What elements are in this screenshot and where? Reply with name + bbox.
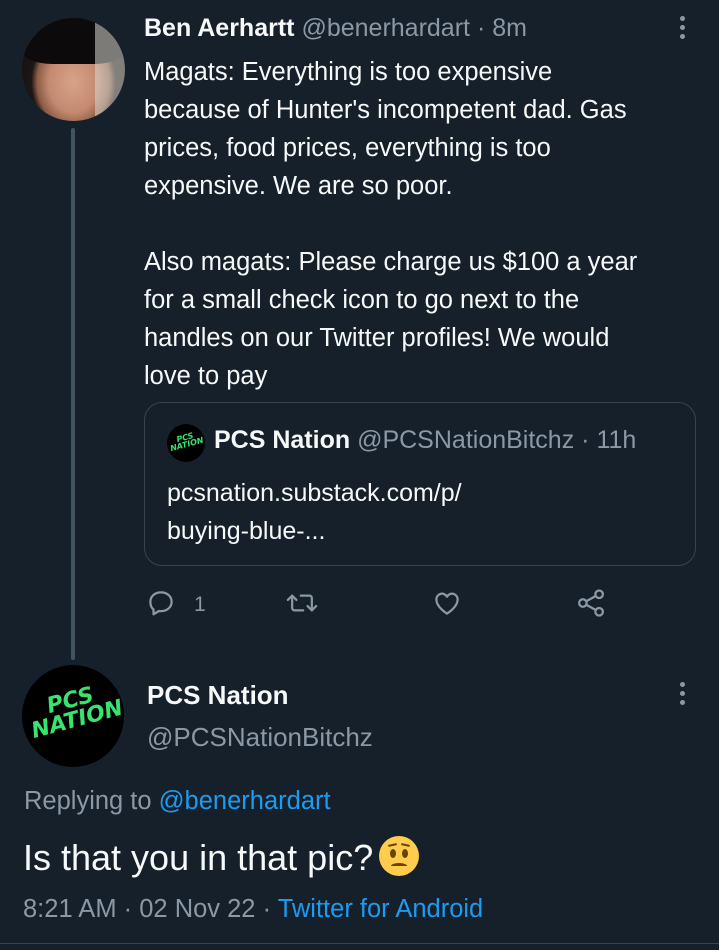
share-icon[interactable] [576,588,606,623]
quoted-tweet-author-handle: @PCSNationBitchz [357,426,575,454]
tweet2-text: Is that you in that pic? [23,836,420,879]
tweet1-author-handle[interactable]: @benerhardart [301,14,470,42]
heart-icon[interactable] [432,588,462,623]
quoted-tweet-avatar: PCS NATION [167,424,205,462]
bottom-divider [0,943,719,944]
tweet1-separator: · [476,14,486,42]
tweet2-more-options-icon[interactable] [675,682,689,709]
avatar-logo-text: PCS NATION [24,680,124,744]
quoted-tweet-link: pcsnation.substack.com/p/ buying-blue-..… [167,474,567,550]
quoted-tweet-separator: · [581,426,590,454]
tweet2-author-name[interactable]: PCS Nation [147,680,289,711]
tweet1-more-options-icon[interactable] [675,16,689,43]
thread-connector-line [71,128,75,660]
quoted-tweet-link-line2: buying-blue-... [167,517,326,545]
retweet-icon[interactable] [286,588,318,623]
tweet1-timestamp[interactable]: 8m [492,14,527,42]
quoted-tweet-header: PCS Nation @PCSNationBitchz · 11h [214,426,636,455]
tweet2-source-link[interactable]: Twitter for Android [278,895,484,923]
reply-count: 1 [194,593,206,616]
tweet2-separator-2: · [262,895,272,923]
replying-to-label: Replying to [24,787,152,815]
tweet2-date: 02 Nov 22 [139,895,256,923]
tweet2-time: 8:21 AM [23,895,117,923]
reply-icon[interactable] [146,588,176,623]
avatar-pcs-nation[interactable]: PCS NATION [22,665,124,767]
tweet1-text: Magats: Everything is too expensive beca… [144,58,638,390]
worried-face-icon [379,836,420,876]
tweet2-meta-line: 8:21 AM · 02 Nov 22 · Twitter for Androi… [23,895,483,924]
tweet2-text-body: Is that you in that pic? [23,837,374,878]
tweet2-author-handle[interactable]: @PCSNationBitchz [147,722,373,753]
replying-to-handle[interactable]: @benerhardart [159,787,331,815]
tweet1-author-name[interactable]: Ben Aerhartt [144,14,295,42]
quoted-tweet-link-line1: pcsnation.substack.com/p/ [167,479,462,507]
quoted-tweet-timestamp: 11h [596,426,637,454]
avatar-ben-aerhartt[interactable] [22,18,125,121]
quoted-tweet-author-name: PCS Nation [214,426,351,454]
tweet1-header: Ben Aerhartt @benerhardart · 8m [144,14,527,43]
quoted-avatar-logo-text: PCS NATION [169,431,205,454]
avatar-background [95,18,125,121]
tweet2-separator: · [123,895,133,923]
replying-to-line: Replying to @benerhardart [24,787,331,816]
